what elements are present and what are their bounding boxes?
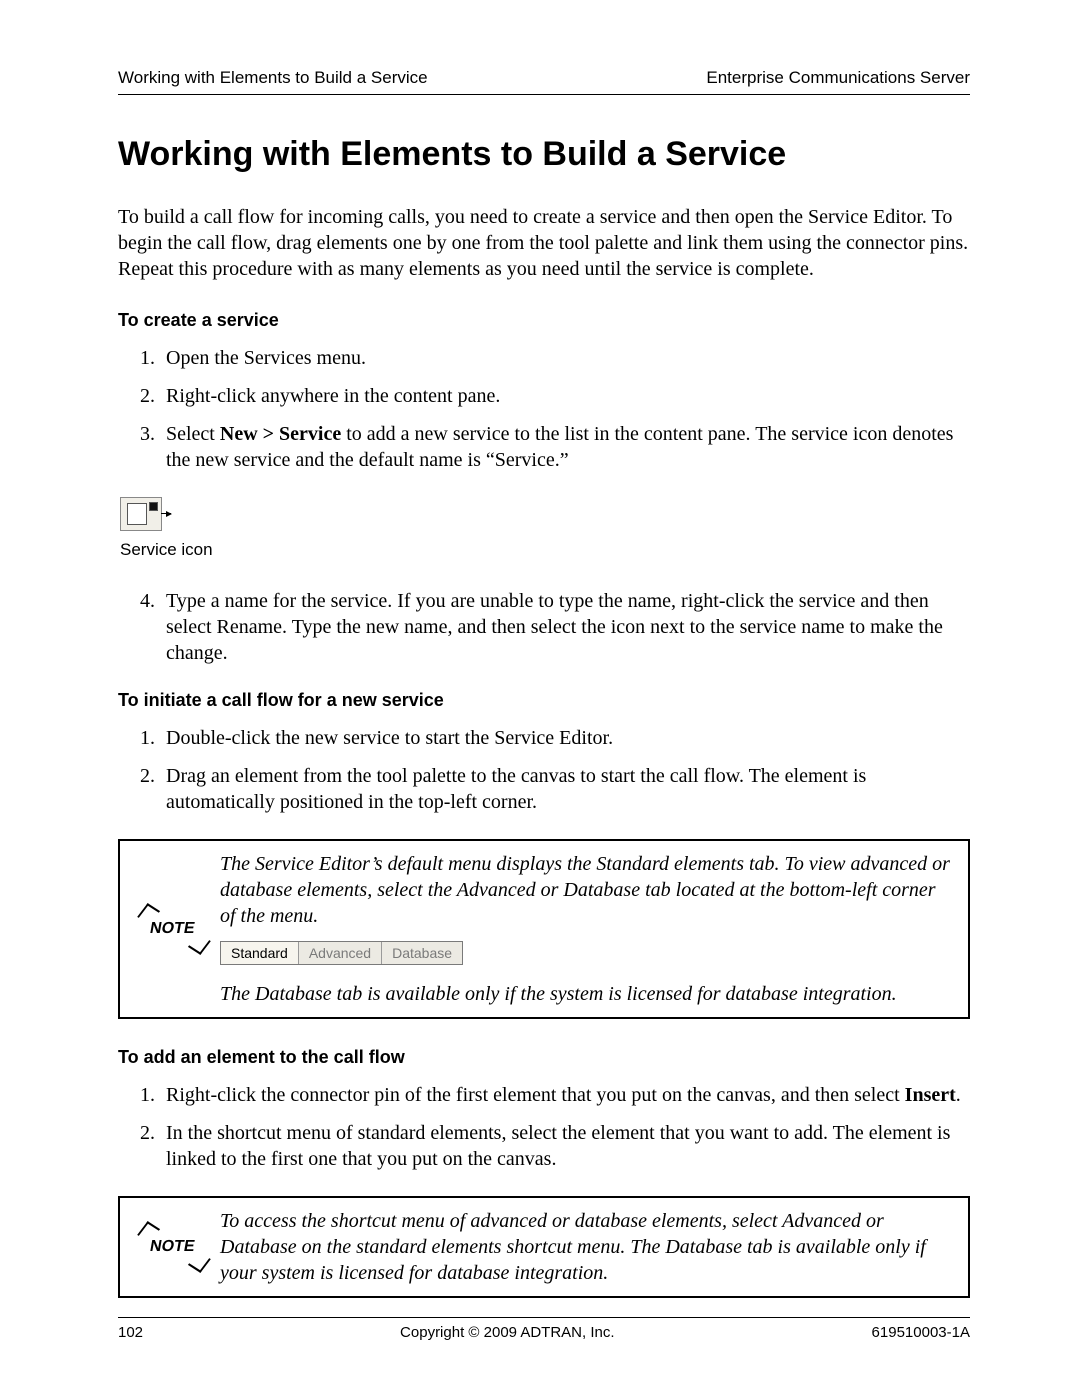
note-paragraph: To access the shortcut menu of advanced … [220, 1208, 952, 1286]
intro-paragraph: To build a call flow for incoming calls,… [118, 204, 970, 282]
header-left: Working with Elements to Build a Service [118, 68, 428, 88]
step-bold-insert: Insert [905, 1084, 956, 1106]
step-text-prefix: Select [166, 423, 220, 445]
list-item: Select New > Service to add a new servic… [160, 421, 970, 473]
list-item: Open the Services menu. [160, 345, 970, 371]
note-box-editor-tabs: NOTE The Service Editor’s default menu d… [118, 839, 970, 1019]
step-bold-new-service: New > Service [220, 423, 341, 445]
service-icon-figure: Service icon [120, 497, 970, 560]
note-paragraph: The Service Editor’s default menu displa… [220, 851, 952, 929]
footer-rule [118, 1317, 970, 1318]
steps-create-service: Open the Services menu. Right-click anyw… [118, 345, 970, 473]
list-item: Double-click the new service to start th… [160, 725, 970, 751]
list-item: Drag an element from the tool palette to… [160, 763, 970, 815]
header-right: Enterprise Communications Server [706, 68, 970, 88]
note-box-shortcut-menu: NOTE To access the shortcut menu of adva… [118, 1196, 970, 1298]
footer-row: 102 Copyright © 2009 ADTRAN, Inc. 619510… [118, 1324, 970, 1341]
tab-database[interactable]: Database [382, 942, 462, 964]
service-icon [120, 497, 162, 531]
tab-strip: Standard Advanced Database [220, 941, 463, 965]
steps-initiate-call-flow: Double-click the new service to start th… [118, 725, 970, 815]
subhead-initiate-call-flow: To initiate a call flow for a new servic… [118, 690, 970, 711]
page-title: Working with Elements to Build a Service [118, 135, 970, 174]
steps-add-element: Right-click the connector pin of the fir… [118, 1082, 970, 1172]
tab-standard[interactable]: Standard [221, 942, 299, 964]
header-rule [118, 94, 970, 95]
note-content: The Service Editor’s default menu displa… [220, 851, 952, 1007]
document-page: Working with Elements to Build a Service… [0, 0, 1080, 1397]
note-icon: NOTE [130, 920, 220, 938]
tab-advanced[interactable]: Advanced [299, 942, 382, 964]
note-label: NOTE [148, 920, 202, 938]
steps-create-service-continued: Type a name for the service. If you are … [118, 588, 970, 666]
footer-copyright: Copyright © 2009 ADTRAN, Inc. [400, 1324, 614, 1341]
page-footer: 102 Copyright © 2009 ADTRAN, Inc. 619510… [118, 1317, 970, 1341]
page-header: Working with Elements to Build a Service… [118, 68, 970, 94]
note-label: NOTE [148, 1238, 202, 1256]
subhead-add-element: To add an element to the call flow [118, 1047, 970, 1068]
footer-doc-id: 619510003-1A [872, 1324, 970, 1341]
step-period: . [956, 1084, 961, 1106]
subhead-create-service: To create a service [118, 310, 970, 331]
list-item: Right-click the connector pin of the fir… [160, 1082, 970, 1108]
step-text: Right-click the connector pin of the fir… [166, 1084, 905, 1106]
footer-page-number: 102 [118, 1324, 143, 1341]
note-content: To access the shortcut menu of advanced … [220, 1208, 952, 1286]
note-icon: NOTE [130, 1238, 220, 1256]
list-item: Type a name for the service. If you are … [160, 588, 970, 666]
list-item: Right-click anywhere in the content pane… [160, 383, 970, 409]
connector-arrow-icon [161, 513, 171, 515]
list-item: In the shortcut menu of standard element… [160, 1120, 970, 1172]
note-paragraph: The Database tab is available only if th… [220, 981, 952, 1007]
service-icon-caption: Service icon [120, 540, 970, 560]
